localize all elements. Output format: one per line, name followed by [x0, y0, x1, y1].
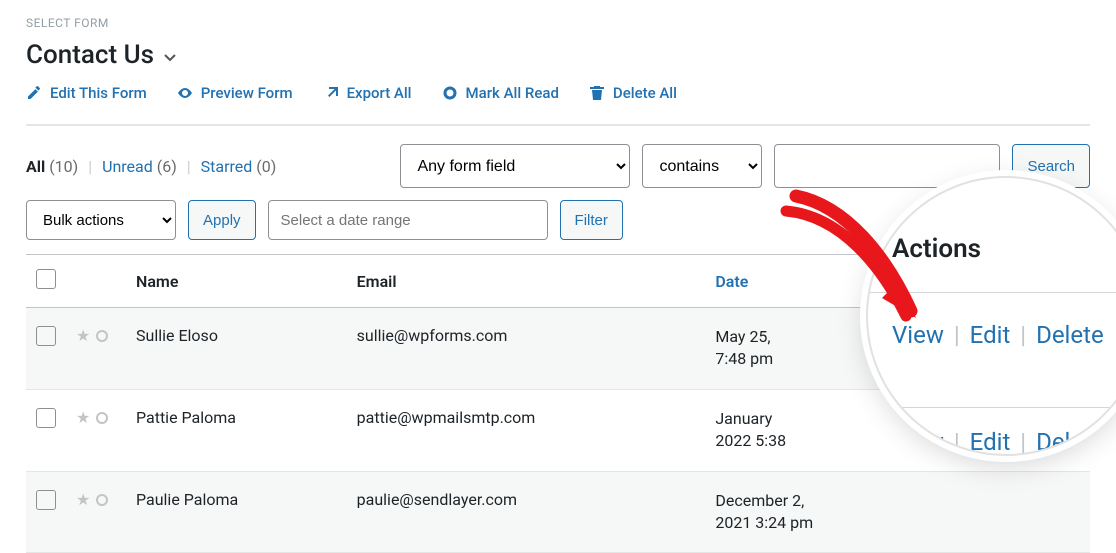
select-all-checkbox[interactable]	[36, 269, 56, 289]
read-indicator-icon[interactable]	[96, 330, 108, 342]
view-unread-count: (6)	[157, 157, 177, 176]
cell-email: paulie@sendlayer.com	[347, 471, 706, 553]
cell-date: December 2,2021 3:24 pm	[705, 471, 918, 553]
filter-button[interactable]: Filter	[560, 200, 623, 240]
eye-icon	[177, 85, 193, 101]
gear-icon[interactable]	[1063, 273, 1080, 292]
row-checkbox[interactable]	[36, 408, 56, 428]
filter-row: All (10) | Unread (6) | Starred (0) Any …	[26, 144, 1090, 188]
export-all-link[interactable]: Export All	[323, 84, 412, 102]
table-head: Name Email Date Actions	[26, 255, 1090, 308]
row-checkbox[interactable]	[36, 490, 56, 510]
edit-this-form-link[interactable]: Edit This Form	[26, 84, 147, 102]
col-name[interactable]: Name	[126, 255, 347, 308]
preview-form-link[interactable]: Preview Form	[177, 84, 293, 102]
row-checkbox[interactable]	[36, 326, 56, 346]
toolbar: Edit This Form Preview Form Export All M…	[26, 84, 1090, 126]
chevron-down-icon[interactable]	[162, 49, 178, 65]
apply-button[interactable]: Apply	[188, 200, 256, 240]
search-input[interactable]	[774, 144, 1000, 188]
export-icon	[323, 85, 339, 101]
field-select[interactable]: Any form field	[400, 144, 630, 188]
col-actions: Actions	[918, 255, 1053, 308]
select-form-label: SELECT FORM	[26, 16, 1090, 30]
cell-date: January2022 5:38	[705, 389, 918, 471]
export-all-label: Export All	[347, 84, 412, 102]
form-title-row: Contact Us	[26, 40, 1090, 70]
delete-all-link[interactable]: Delete All	[589, 84, 677, 102]
cell-date: May 25,7:48 pm	[705, 308, 918, 390]
delete-all-label: Delete All	[613, 84, 677, 102]
col-date[interactable]: Date	[715, 272, 748, 291]
form-title[interactable]: Contact Us	[26, 40, 154, 70]
cell-name: Sullie Eloso	[126, 308, 347, 390]
cell-email: pattie@wpmailsmtp.com	[347, 389, 706, 471]
read-indicator-icon[interactable]	[96, 412, 108, 424]
view-starred-link[interactable]: Starred	[201, 157, 253, 176]
view-unread-link[interactable]: Unread	[102, 157, 153, 176]
table-row[interactable]: ★ Pattie Paloma pattie@wpmailsmtp.com Ja…	[26, 389, 1090, 471]
condition-select[interactable]: contains	[642, 144, 762, 188]
table-row[interactable]: ★ Sullie Eloso sullie@wpforms.com May 25…	[26, 308, 1090, 390]
search-button[interactable]: Search	[1012, 144, 1090, 188]
entries-table: Name Email Date Actions ★ Sullie Eloso s…	[26, 254, 1090, 553]
bulk-row: Bulk actions Apply Filter	[26, 200, 1090, 240]
edit-this-form-label: Edit This Form	[50, 84, 147, 102]
cell-name: Pattie Paloma	[126, 389, 347, 471]
view-sep: |	[88, 157, 92, 176]
pencil-icon	[26, 85, 42, 101]
read-indicator-icon[interactable]	[96, 494, 108, 506]
trash-icon	[589, 85, 605, 101]
col-email[interactable]: Email	[347, 255, 706, 308]
view-starred-count: (0)	[256, 157, 276, 176]
mark-all-read-link[interactable]: Mark All Read	[442, 84, 559, 102]
view-all-count: (10)	[49, 157, 78, 176]
view-sep: |	[187, 157, 191, 176]
cell-email: sullie@wpforms.com	[347, 308, 706, 390]
views: All (10) | Unread (6) | Starred (0)	[26, 157, 276, 176]
cell-name: Paulie Paloma	[126, 471, 347, 553]
star-icon[interactable]: ★	[76, 408, 90, 427]
bulk-actions-select[interactable]: Bulk actions	[26, 200, 176, 240]
view-all-label[interactable]: All	[26, 157, 45, 176]
circle-icon	[442, 85, 458, 101]
preview-form-label: Preview Form	[201, 84, 293, 102]
table-row[interactable]: ★ Paulie Paloma paulie@sendlayer.com Dec…	[26, 471, 1090, 553]
mark-all-read-label: Mark All Read	[466, 84, 559, 102]
date-range-input[interactable]	[268, 200, 548, 240]
star-icon[interactable]: ★	[76, 326, 90, 345]
